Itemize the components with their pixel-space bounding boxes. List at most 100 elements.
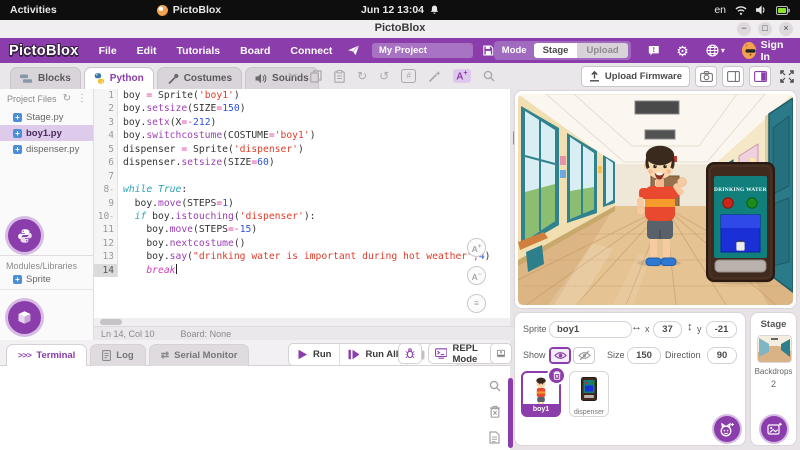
pictoblox-logo: PictoBlox [9, 43, 79, 59]
add-python-file-button[interactable] [8, 219, 41, 252]
terminal-tab-terminal[interactable]: >>>Terminal [6, 344, 87, 366]
file-name: dispenser.py [26, 144, 79, 155]
layout-stage-right-button[interactable] [749, 66, 771, 87]
add-sprite-button[interactable] [714, 416, 740, 442]
debug-button[interactable] [398, 343, 422, 364]
editor-hscrollbar[interactable] [94, 318, 510, 326]
format-wand-icon[interactable] [428, 70, 441, 83]
x-position-input[interactable]: 37 [653, 321, 682, 338]
code-line[interactable]: 6dispenser.setsize(SIZE=60) [94, 156, 510, 169]
clear-trash-icon[interactable] [489, 405, 501, 418]
add-backdrop-button[interactable] [761, 416, 787, 442]
code-line[interactable]: 7 [94, 170, 510, 183]
font-increase-button[interactable]: A+ [467, 238, 486, 257]
stage-panel-title: Stage [751, 319, 796, 330]
terminal-tab-serial-monitor[interactable]: ⇄Serial Monitor [149, 344, 250, 366]
code-line[interactable]: 11 boy.move(STEPS=-15) [94, 223, 510, 236]
sign-in-label: Sign In [761, 39, 789, 63]
expand-terminal-button[interactable] [490, 343, 512, 364]
code-line[interactable]: 4boy.switchcostume(COSTUME='boy1') [94, 129, 510, 142]
minimize-button[interactable]: − [737, 22, 751, 36]
font-decrease-button[interactable]: A− [467, 266, 486, 285]
app-menu[interactable]: PictoBlox [157, 4, 221, 16]
code-line[interactable]: 10- if boy.istouching('dispenser'): [94, 210, 510, 223]
module-list: +Sprite [0, 271, 93, 287]
code-line[interactable]: 9 boy.move(STEPS=1) [94, 197, 510, 210]
sprite-name-input[interactable]: boy1 [549, 321, 632, 338]
dispenser-sprite[interactable]: DRINKING WATER [707, 163, 774, 285]
redo-icon[interactable]: ↻ [357, 70, 367, 82]
activities-button[interactable]: Activities [10, 4, 57, 16]
close-button[interactable]: × [779, 22, 793, 36]
scrollbar-thumb[interactable] [100, 319, 122, 325]
mode-stage-option[interactable]: Stage [534, 43, 578, 58]
terminal-tab-log[interactable]: Log [90, 344, 145, 366]
add-module-button[interactable] [8, 301, 41, 334]
terminal-output[interactable] [0, 365, 510, 450]
bell-icon [430, 5, 439, 15]
code-line[interactable]: 14 break [94, 264, 510, 277]
menu-item-edit[interactable]: Edit [127, 45, 167, 57]
panel-resize-handle[interactable] [508, 378, 513, 448]
menu-item-tutorials[interactable]: Tutorials [167, 45, 231, 57]
stage-view[interactable]: DRINKING WATER [514, 90, 797, 309]
code-line[interactable]: 3boy.setx(X=-212) [94, 116, 510, 129]
refresh-icon[interactable]: ↻ [60, 93, 74, 104]
menu-item-file[interactable]: File [89, 45, 127, 57]
code-line[interactable]: 2boy.setsize(SIZE=150) [94, 102, 510, 115]
y-position-input[interactable]: -21 [706, 321, 737, 338]
module-sprite[interactable]: +Sprite [0, 271, 93, 287]
kebab-menu-icon[interactable]: ⋮ [74, 93, 90, 104]
line-number-toggle-icon[interactable]: # [401, 69, 416, 83]
direction-input[interactable]: 90 [707, 347, 737, 364]
share-plane-icon[interactable] [348, 44, 359, 57]
terminal-search-icon[interactable] [489, 380, 501, 392]
search-icon[interactable] [483, 70, 495, 82]
run-button[interactable]: Run [289, 344, 340, 365]
maximize-button[interactable]: □ [758, 22, 772, 36]
upload-firmware-button[interactable]: Upload Firmware [581, 66, 690, 87]
terminal-tab-icon [102, 350, 111, 361]
paste-icon[interactable] [334, 70, 345, 83]
code-line[interactable]: 5dispenser = Sprite('dispenser') [94, 143, 510, 156]
save-icon[interactable] [483, 44, 494, 57]
project-file-dispenser.py[interactable]: +dispenser.py [0, 141, 93, 157]
code-editor[interactable]: 1boy = Sprite('boy1')2boy.setsize(SIZE=1… [94, 89, 510, 318]
sprite-thumbnail-boy1[interactable]: boy1 [521, 371, 561, 417]
code-line[interactable]: 12 boy.nextcostume() [94, 237, 510, 250]
layout-split-button[interactable] [722, 66, 744, 87]
hide-sprite-button[interactable] [573, 347, 595, 364]
tab-costumes[interactable]: Costumes [157, 67, 242, 89]
font-size-icon[interactable]: A+ [453, 69, 470, 83]
menu-item-board[interactable]: Board [230, 45, 280, 57]
copy-icon[interactable] [310, 70, 322, 83]
cut-icon[interactable]: ✂ [288, 70, 298, 82]
copy-output-icon[interactable] [489, 431, 500, 444]
project-file-Stage.py[interactable]: +Stage.py [0, 109, 93, 125]
editor-menu-button[interactable]: ≡ [467, 294, 486, 313]
project-file-boy1.py[interactable]: +boy1.py [0, 125, 93, 141]
language-globe-menu[interactable]: ▾ [706, 44, 725, 57]
fullscreen-icon[interactable] [780, 70, 794, 83]
project-name-input[interactable]: My Project [372, 43, 473, 58]
camera-button[interactable] [695, 66, 717, 87]
tab-python[interactable]: Python [84, 67, 154, 89]
undo-icon[interactable]: ↺ [379, 70, 389, 82]
stage-selector-panel[interactable]: Stage Backdrops 2 [750, 312, 797, 446]
backdrop-thumbnail[interactable] [757, 335, 792, 363]
size-input[interactable]: 150 [627, 347, 661, 364]
settings-gear-icon[interactable]: ⚙ [676, 44, 689, 58]
system-tray[interactable]: en [714, 4, 790, 16]
clock[interactable]: Jun 12 13:04 [361, 4, 439, 16]
mode-upload-option[interactable]: Upload [577, 43, 627, 58]
sign-in-button[interactable]: Sign In [742, 39, 789, 63]
code-line[interactable]: 13 boy.say("drinking water is important … [94, 250, 510, 263]
tab-blocks[interactable]: Blocks [10, 67, 81, 89]
sprite-thumbnail-dispenser[interactable]: dispenser [569, 371, 609, 417]
code-line[interactable]: 1boy = Sprite('boy1') [94, 89, 510, 102]
menu-item-connect[interactable]: Connect [280, 45, 342, 57]
feedback-alert-icon[interactable]: ! [648, 44, 660, 57]
show-sprite-button[interactable] [549, 347, 571, 364]
code-line[interactable]: 8-while True: [94, 183, 510, 196]
delete-sprite-badge[interactable] [547, 366, 566, 385]
